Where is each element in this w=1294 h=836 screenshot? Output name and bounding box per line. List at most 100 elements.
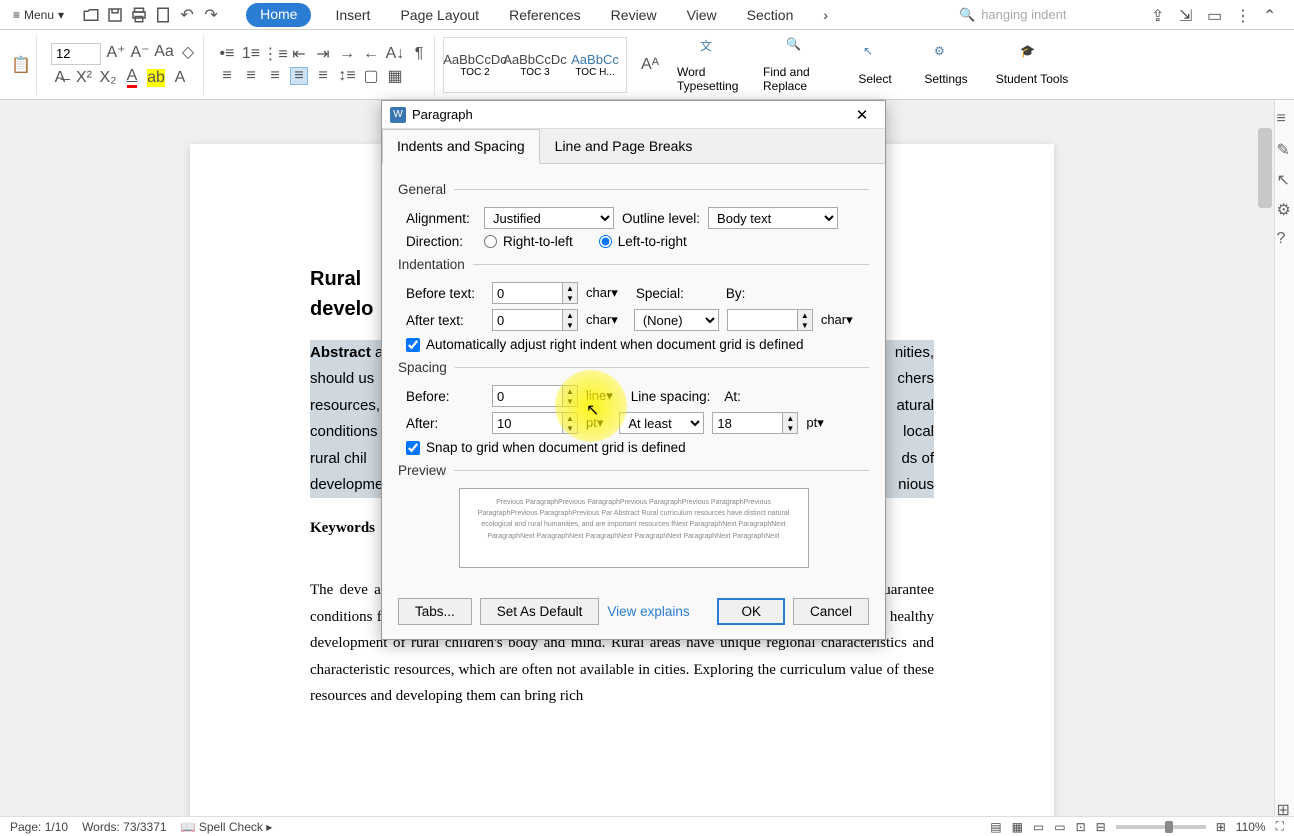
align-right-icon[interactable]: ≡ (266, 67, 284, 85)
paste-icon[interactable]: 📋 (12, 56, 30, 74)
pilcrow-icon[interactable]: ¶ (410, 45, 428, 63)
highlight-icon[interactable]: ab (147, 69, 165, 87)
change-case-icon[interactable]: Aa (155, 43, 173, 61)
settings-panel-icon[interactable]: ⚙ (1277, 200, 1293, 216)
alignment-select[interactable]: Justified (484, 207, 614, 229)
page-indicator[interactable]: Page: 1/10 (10, 820, 68, 834)
search-box[interactable]: 🔍 hanging indent (959, 7, 1139, 23)
ltr-radio[interactable]: Left-to-right (599, 234, 687, 249)
menu-button[interactable]: ≡ Menu ▾ (5, 4, 72, 26)
by-spinner[interactable]: ▲▼ (727, 309, 813, 331)
unit-char2[interactable]: char▾ (586, 312, 618, 328)
spell-check[interactable]: 📖 Spell Check ▸ (181, 820, 273, 834)
unit-pt2[interactable]: pt▾ (806, 415, 823, 431)
shading-icon[interactable]: ▢ (362, 67, 380, 85)
before-text-spinner[interactable]: ▲▼ (492, 282, 578, 304)
find-replace-button[interactable]: 🔍 Find and Replace (759, 33, 837, 97)
print-icon[interactable] (130, 6, 148, 24)
view-explains-link[interactable]: View explains (607, 604, 689, 619)
view-outline-icon[interactable]: ▦ (1012, 820, 1023, 834)
word-count[interactable]: Words: 73/3371 (82, 820, 167, 834)
shrink-font-icon[interactable]: A⁻ (131, 43, 149, 61)
text-color-icon[interactable]: A (123, 69, 141, 87)
grow-font-icon[interactable]: A⁺ (107, 43, 125, 61)
undo-icon[interactable]: ↶ (178, 6, 196, 24)
after-text-spinner[interactable]: ▲▼ (492, 309, 578, 331)
vertical-scrollbar[interactable] (1258, 118, 1272, 792)
cancel-button[interactable]: Cancel (793, 598, 869, 625)
tab-references[interactable]: References (503, 3, 587, 27)
style-toc2[interactable]: AaBbCcDcTOC 2 (446, 40, 504, 90)
borders-icon[interactable]: ▦ (386, 67, 404, 85)
grid-icon[interactable]: ⊞ (1277, 800, 1293, 816)
distribute-icon[interactable]: ≡ (314, 67, 332, 85)
tab-indents-spacing[interactable]: Indents and Spacing (382, 129, 540, 164)
line-spacing-icon[interactable]: ↕≡ (338, 67, 356, 85)
increase-indent-icon[interactable]: ⇥ (314, 45, 332, 63)
file-icon[interactable]: ▭ (1207, 6, 1225, 24)
print-preview-icon[interactable] (154, 6, 172, 24)
style-toc3[interactable]: AaBbCcDcTOC 3 (506, 40, 564, 90)
special-select[interactable]: (None) (634, 309, 719, 331)
align-center-icon[interactable]: ≡ (242, 67, 260, 85)
line-spacing-select[interactable]: At least (619, 412, 704, 434)
decrease-indent-icon[interactable]: ⇤ (290, 45, 308, 63)
new-style-icon[interactable]: Aᴬ (641, 56, 659, 74)
zoom-out-icon[interactable]: ⊟ (1096, 820, 1106, 834)
ok-button[interactable]: OK (717, 598, 785, 625)
spacing-after-spinner[interactable]: ▲▼ (492, 412, 578, 434)
spacing-before-spinner[interactable]: ▲▼ (492, 385, 578, 407)
superscript-icon[interactable]: X² (75, 69, 93, 87)
strike-icon[interactable]: A̶ (51, 69, 69, 87)
student-tools-button[interactable]: 🎓 Student Tools (987, 40, 1077, 90)
select-tool-icon[interactable]: ↖ (1277, 170, 1293, 186)
char-border-icon[interactable]: A (171, 69, 189, 87)
more-icon[interactable]: ⋮ (1235, 6, 1253, 24)
zoom-value[interactable]: 110% (1236, 820, 1266, 834)
set-default-button[interactable]: Set As Default (480, 598, 600, 625)
share-icon[interactable]: ⇲ (1179, 6, 1197, 24)
cloud-icon[interactable]: ⇪ (1151, 6, 1169, 24)
ltr-icon[interactable]: → (338, 45, 356, 63)
font-size-input[interactable] (51, 43, 101, 65)
fullscreen-icon[interactable]: ⛶ (1276, 819, 1284, 834)
sort-icon[interactable]: A↓ (386, 45, 404, 63)
zoom-slider[interactable] (1116, 825, 1206, 829)
view-print-icon[interactable]: ▤ (990, 820, 1001, 834)
clear-format-icon[interactable]: ◇ (179, 43, 197, 61)
justify-icon[interactable]: ≡ (290, 67, 308, 85)
settings-button[interactable]: ⚙ Settings (913, 40, 979, 90)
style-toch[interactable]: AaBbCcTOC H... (566, 40, 624, 90)
save-icon[interactable] (106, 6, 124, 24)
tab-view[interactable]: View (681, 3, 723, 27)
pencil-icon[interactable]: ✎ (1277, 140, 1293, 156)
rtl-icon[interactable]: ← (362, 45, 380, 63)
auto-adjust-checkbox[interactable]: Automatically adjust right indent when d… (406, 337, 869, 352)
tab-line-breaks[interactable]: Line and Page Breaks (540, 129, 708, 163)
align-left-icon[interactable]: ≡ (218, 67, 236, 85)
open-icon[interactable] (82, 6, 100, 24)
collapse-icon[interactable]: ⌃ (1263, 6, 1281, 24)
tab-page-layout[interactable]: Page Layout (394, 3, 485, 27)
help-icon[interactable]: ? (1277, 230, 1293, 246)
view-web-icon[interactable]: ▭ (1033, 820, 1044, 834)
tabs-button[interactable]: Tabs... (398, 598, 472, 625)
subscript-icon[interactable]: X₂ (99, 69, 117, 87)
snap-grid-checkbox[interactable]: Snap to grid when document grid is defin… (406, 440, 869, 455)
styles-gallery[interactable]: AaBbCcDcTOC 2 AaBbCcDcTOC 3 AaBbCcTOC H.… (443, 37, 627, 93)
zoom-fit-icon[interactable]: ⊡ (1076, 820, 1086, 834)
word-typesetting-button[interactable]: 文 Word Typesetting (673, 33, 751, 97)
at-spinner[interactable]: ▲▼ (712, 412, 798, 434)
tab-home[interactable]: Home (246, 3, 311, 27)
numbering-icon[interactable]: 1≡ (242, 45, 260, 63)
scrollbar-thumb[interactable] (1258, 128, 1272, 208)
outline-select[interactable]: Body text (708, 207, 838, 229)
zoom-in-icon[interactable]: ⊞ (1216, 820, 1226, 834)
tab-more[interactable]: › (817, 3, 834, 27)
tab-section[interactable]: Section (741, 3, 800, 27)
multilevel-icon[interactable]: ⋮≡ (266, 45, 284, 63)
tab-review[interactable]: Review (605, 3, 663, 27)
redo-icon[interactable]: ↷ (202, 6, 220, 24)
rtl-radio[interactable]: Right-to-left (484, 234, 573, 249)
dialog-titlebar[interactable]: W Paragraph ✕ (382, 101, 885, 129)
